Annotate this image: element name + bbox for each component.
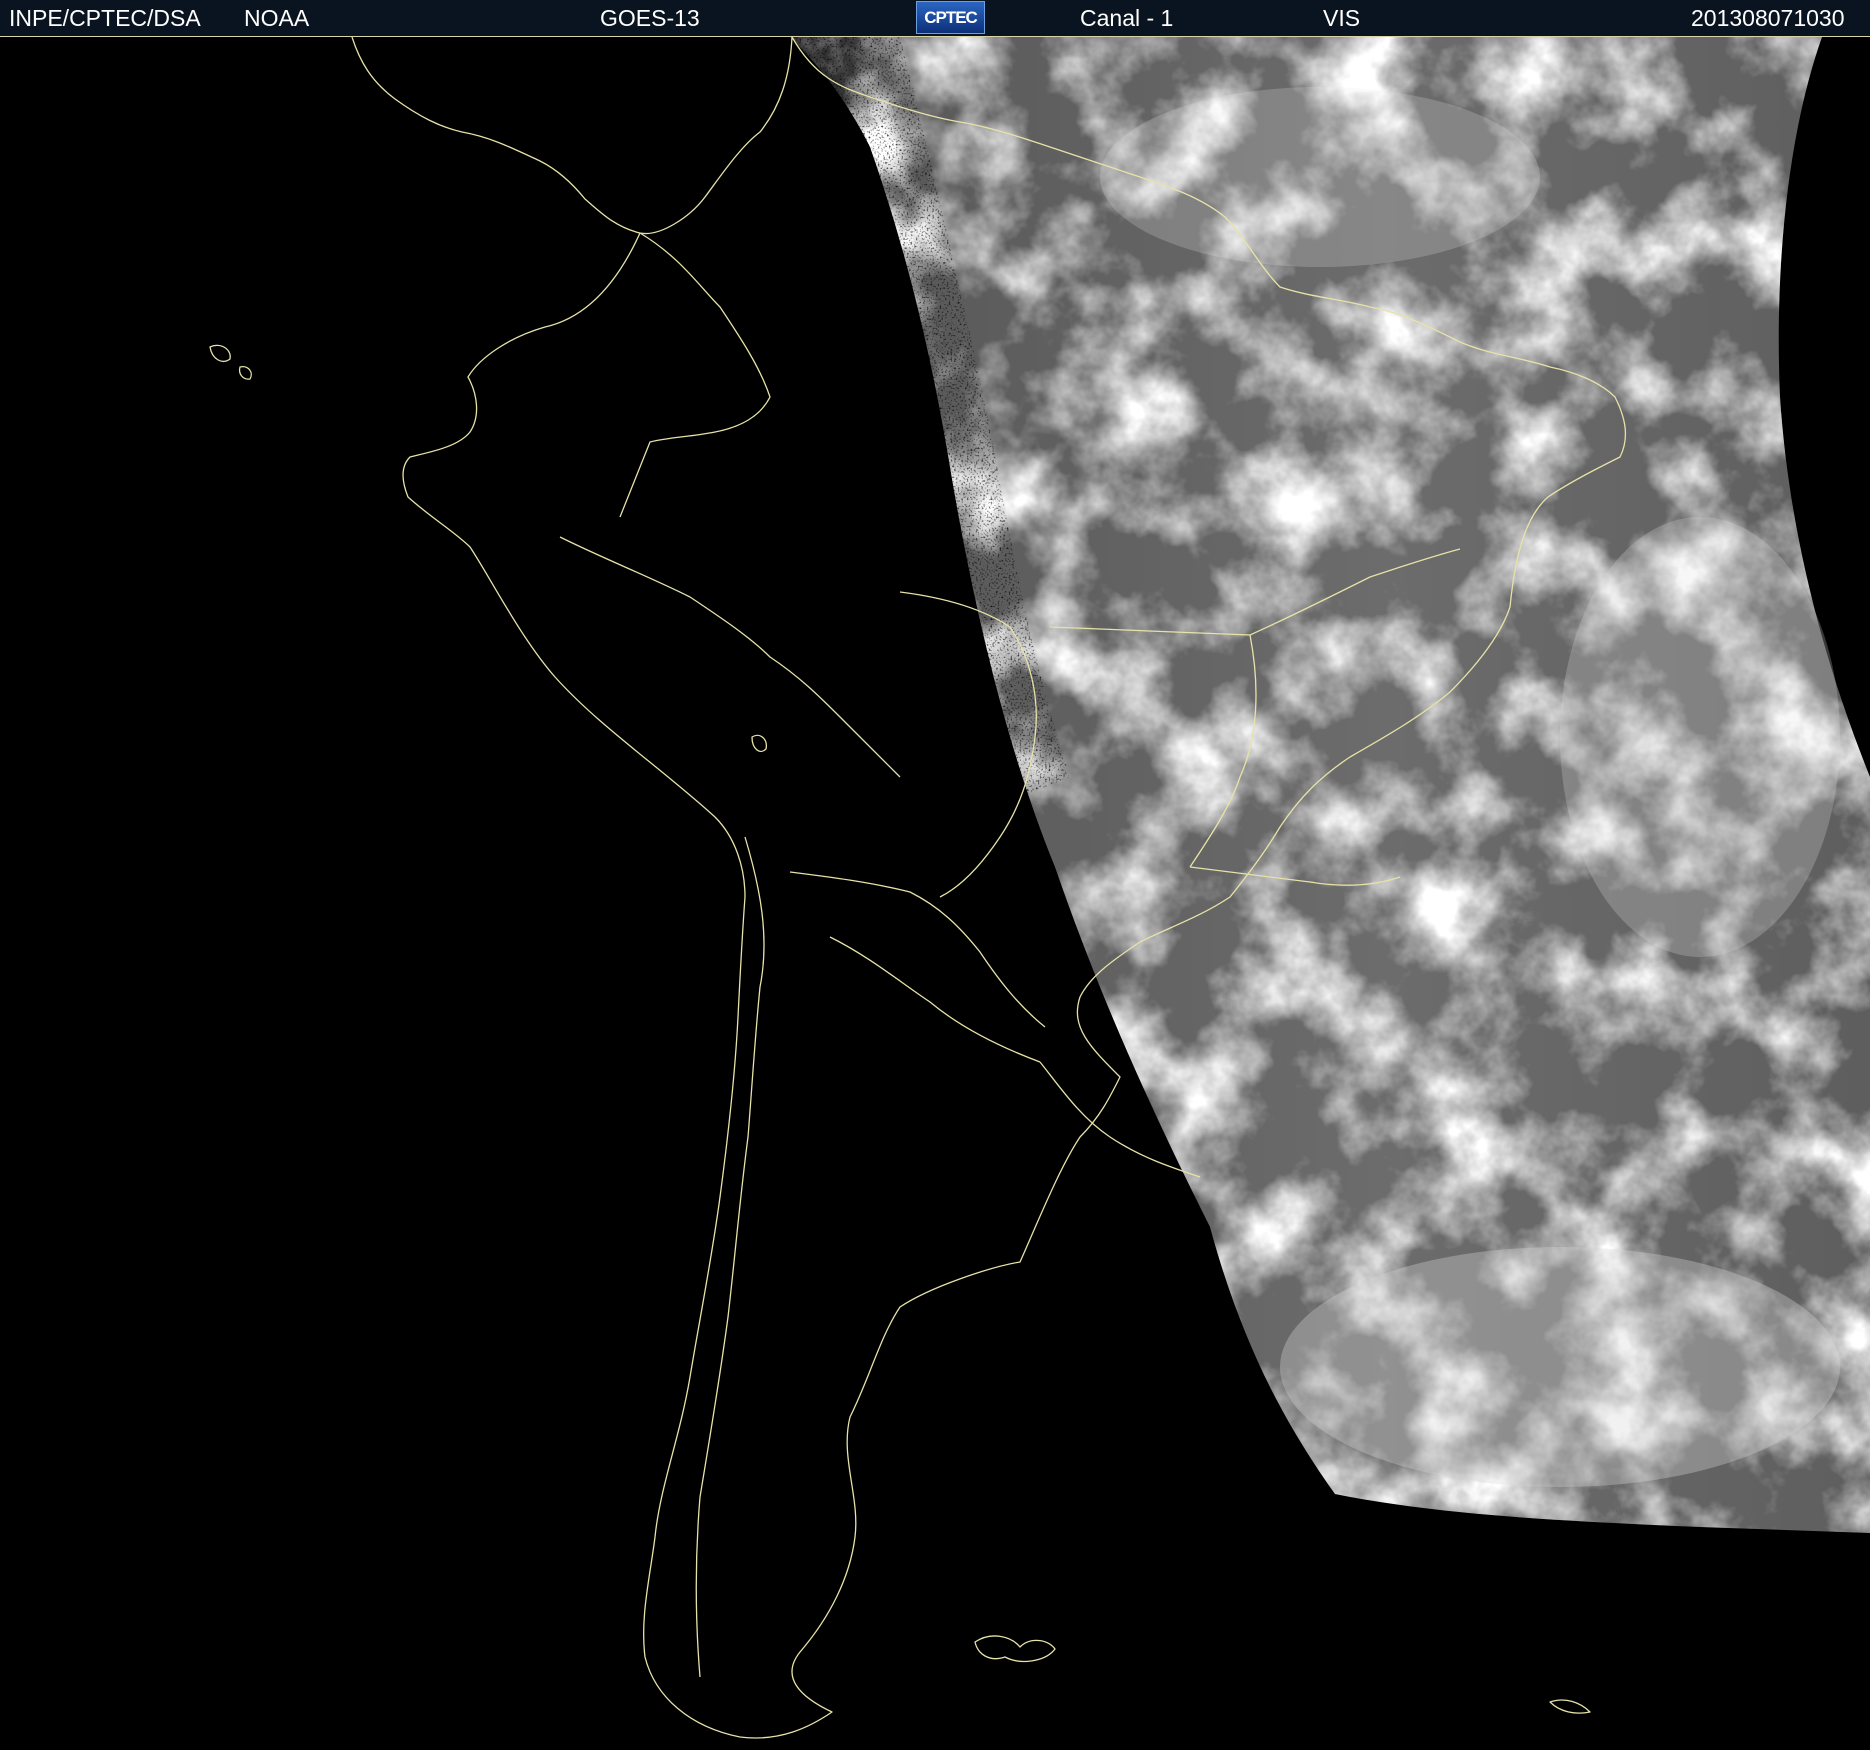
channel-label: Canal - 1 [1080, 5, 1174, 31]
falkland-islands [974, 1635, 1056, 1663]
source-label: NOAA [244, 5, 310, 31]
frontal-cloud-band [1280, 1247, 1840, 1487]
header-bar: INPE/CPTEC/DSA NOAA GOES-13 CPTEC Canal … [0, 0, 1870, 37]
band-label: VIS [1323, 5, 1361, 31]
central-america-coast [351, 37, 793, 235]
agency-label: INPE/CPTEC/DSA [9, 5, 201, 31]
cloud-cluster-north [1100, 87, 1540, 267]
logo-label: CPTEC [924, 8, 978, 27]
cptec-logo: CPTEC [916, 1, 985, 34]
chile-border [695, 836, 765, 1678]
satellite-label: GOES-13 [600, 5, 700, 31]
peru-brazil-border [559, 536, 901, 778]
lake-titicaca [751, 734, 767, 752]
colombia-border [619, 232, 771, 518]
satellite-map [0, 37, 1870, 1750]
south-georgia [1549, 1699, 1591, 1714]
bolivia-paraguay-border [789, 871, 1046, 1028]
galapagos-islands [209, 344, 252, 380]
cloud-cluster-east [1560, 517, 1840, 957]
map-canvas [209, 37, 1870, 1739]
argentina-paraguay-border [829, 936, 1041, 1063]
timestamp-label: 201308071030 [1691, 5, 1845, 31]
